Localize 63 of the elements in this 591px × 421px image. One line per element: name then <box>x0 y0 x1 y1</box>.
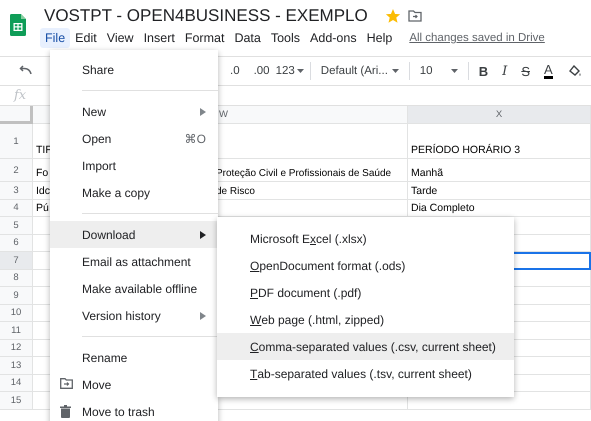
row-header[interactable]: 2 <box>0 159 33 182</box>
row-header[interactable]: 14 <box>0 374 33 392</box>
table-cell[interactable]: PERÍODO HORÁRIO 3 <box>408 124 591 159</box>
formula-symbol: fx <box>14 88 26 103</box>
bold-button[interactable]: B <box>478 64 488 78</box>
menu-item[interactable]: Tab-separated values (.tsv, current sheet) <box>217 360 514 387</box>
fill-color-icon[interactable] <box>568 65 581 77</box>
menu-item[interactable]: File <box>40 28 70 48</box>
row-header[interactable]: 8 <box>0 270 33 287</box>
row-header[interactable]: 6 <box>0 234 33 252</box>
menu-item[interactable]: Comma-separated values (.csv, current sheet) <box>217 333 514 360</box>
row-header[interactable]: 7 <box>0 252 33 270</box>
number-format-dropdown[interactable]: 123 <box>276 65 304 77</box>
folder-icon[interactable] <box>408 10 422 22</box>
menu-item[interactable]: Add-ons <box>305 28 362 48</box>
save-status-link[interactable]: All changes saved in Drive <box>409 32 545 44</box>
menu-item[interactable]: Email as attachment <box>50 248 218 275</box>
menu-item[interactable]: Data <box>229 28 266 48</box>
row-header[interactable]: 3 <box>0 182 33 200</box>
row-header[interactable]: 10 <box>0 304 33 322</box>
menu-item[interactable]: Move <box>50 371 218 398</box>
row-header[interactable]: 11 <box>0 322 33 340</box>
table-cell[interactable]: Tarde <box>408 182 591 200</box>
shortcut-label: ⌘O <box>184 132 206 146</box>
row-header[interactable]: 13 <box>0 357 33 374</box>
menu-item[interactable]: View <box>102 28 139 48</box>
menu-item[interactable]: Help <box>362 28 398 48</box>
font-size-dropdown[interactable]: 10 <box>416 65 462 77</box>
font-dropdown[interactable]: Default (Ari... <box>316 65 403 77</box>
document-title[interactable]: VOSTPT - OPEN4BUSINESS - EXEMPLO <box>44 6 368 26</box>
spreadsheet-logo-icon[interactable] <box>10 14 26 36</box>
menu-item[interactable]: Download <box>50 221 218 248</box>
undo-icon[interactable] <box>18 65 32 75</box>
table-cell[interactable]: Manhã <box>408 159 591 182</box>
menu-item[interactable]: Rename <box>50 344 218 371</box>
folder-icon <box>60 378 73 389</box>
menu-item[interactable]: Share <box>50 56 218 83</box>
row-header[interactable]: 15 <box>0 392 33 410</box>
strikethrough-button[interactable]: S <box>521 64 530 78</box>
menu-item[interactable]: Microsoft Excel (.xlsx) <box>217 225 514 252</box>
trash-icon <box>60 405 71 418</box>
italic-button[interactable]: I <box>502 64 508 78</box>
row-header[interactable]: 12 <box>0 340 33 357</box>
menu-item[interactable]: Version history <box>50 302 218 329</box>
row-header[interactable]: 1 <box>0 124 33 159</box>
menu-item[interactable]: Insert <box>138 28 180 48</box>
menu-item[interactable]: Open ⌘O <box>50 125 218 152</box>
decrease-decimal-button[interactable]: .0 <box>230 65 240 77</box>
menu-item[interactable]: Edit <box>70 28 102 48</box>
menu-item[interactable]: Move to trash <box>50 398 218 421</box>
menu-item[interactable]: Format <box>180 28 230 48</box>
increase-decimal-button[interactable]: .00 <box>254 65 270 77</box>
row-header[interactable]: 5 <box>0 217 33 234</box>
menu-item[interactable]: PDF document (.pdf) <box>217 279 514 306</box>
menu-item[interactable]: Tools <box>266 28 306 48</box>
menu-item[interactable]: Web page (.html, zipped) <box>217 306 514 333</box>
row-header[interactable]: 4 <box>0 200 33 217</box>
menu-item[interactable]: OpenDocument format (.ods) <box>217 252 514 279</box>
column-header[interactable]: X <box>408 106 591 124</box>
row-header[interactable]: 9 <box>0 287 33 304</box>
menu-item[interactable]: Make available offline <box>50 275 218 302</box>
text-color-button[interactable]: A <box>544 63 553 79</box>
star-icon[interactable] <box>386 9 400 23</box>
